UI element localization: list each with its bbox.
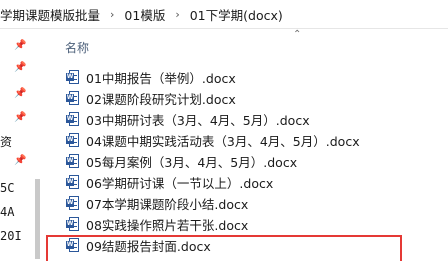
word-document-icon: W <box>66 217 79 231</box>
breadcrumb-separator-icon[interactable]: › <box>169 8 185 21</box>
nav-item-label[interactable]: 资 <box>0 133 12 150</box>
pin-icon[interactable]: 📌 <box>14 62 26 74</box>
pin-icon[interactable]: 📌 <box>14 88 26 100</box>
sort-caret-icon[interactable]: ⌃ <box>293 29 301 40</box>
word-document-icon: W <box>66 112 79 126</box>
nav-item-label[interactable]: 4A <box>0 205 14 219</box>
file-row[interactable]: W 02课题阶段研究计划.docx <box>66 88 426 108</box>
word-document-icon: W <box>66 91 79 105</box>
word-document-icon: W <box>66 175 79 189</box>
breadcrumb-item-current[interactable]: 01下学期(docx) <box>186 5 287 24</box>
pin-icon[interactable]: 📌 <box>14 112 26 124</box>
pin-icon[interactable]: 📌 <box>14 155 26 167</box>
file-name: 01中期报告（举例）.docx <box>86 70 236 86</box>
file-row[interactable]: W 04课题中期实践活动表（3月、4月、5月）.docx <box>66 130 426 150</box>
file-name: 03中期研讨表（3月、4月、5月）.docx <box>86 112 310 128</box>
file-row[interactable]: W 05每月案例（3月、4月、5月）.docx <box>66 151 426 171</box>
file-name: 05每月案例（3月、4月、5月）.docx <box>86 154 298 170</box>
file-row[interactable]: W 06学期研讨课（一节以上）.docx <box>66 172 426 192</box>
file-name: 08实践操作照片若干张.docx <box>86 217 249 233</box>
breadcrumb-separator-icon[interactable]: › <box>104 8 120 21</box>
file-name: 07本学期课题阶段小结.docx <box>86 196 249 212</box>
word-document-icon: W <box>66 154 79 168</box>
word-document-icon: W <box>66 70 79 84</box>
address-bar[interactable]: 学期课题模版批量 › 01模版 › 01下学期(docx) <box>0 0 448 29</box>
nav-item-label[interactable]: 5C <box>0 181 14 195</box>
navigation-pane[interactable]: 📌 📌 📌 📌 资 📌 5C 4A 20I <box>0 29 40 259</box>
file-list: ⌃ 名称 W 01中期报告（举例）.docx W 02课题阶段研究计划.docx… <box>40 29 448 259</box>
highlight-box <box>46 235 402 261</box>
breadcrumb-item-template[interactable]: 01模版 <box>120 5 169 24</box>
file-name: 02课题阶段研究计划.docx <box>86 91 236 107</box>
word-document-icon: W <box>66 133 79 147</box>
file-row[interactable]: W 08实践操作照片若干张.docx <box>66 214 426 234</box>
file-row[interactable]: W 01中期报告（举例）.docx <box>66 67 426 87</box>
file-name: 04课题中期实践活动表（3月、4月、5月）.docx <box>86 133 360 149</box>
pin-icon[interactable]: 📌 <box>14 40 26 52</box>
file-row[interactable]: W 07本学期课题阶段小结.docx <box>66 193 426 213</box>
column-header-name[interactable]: 名称 <box>65 39 89 56</box>
word-document-icon: W <box>66 196 79 210</box>
file-row[interactable]: W 03中期研讨表（3月、4月、5月）.docx <box>66 109 426 129</box>
nav-item-label[interactable]: 20I <box>0 229 22 243</box>
breadcrumb-item-root[interactable]: 学期课题模版批量 <box>0 5 104 24</box>
file-name: 06学期研讨课（一节以上）.docx <box>86 175 274 191</box>
